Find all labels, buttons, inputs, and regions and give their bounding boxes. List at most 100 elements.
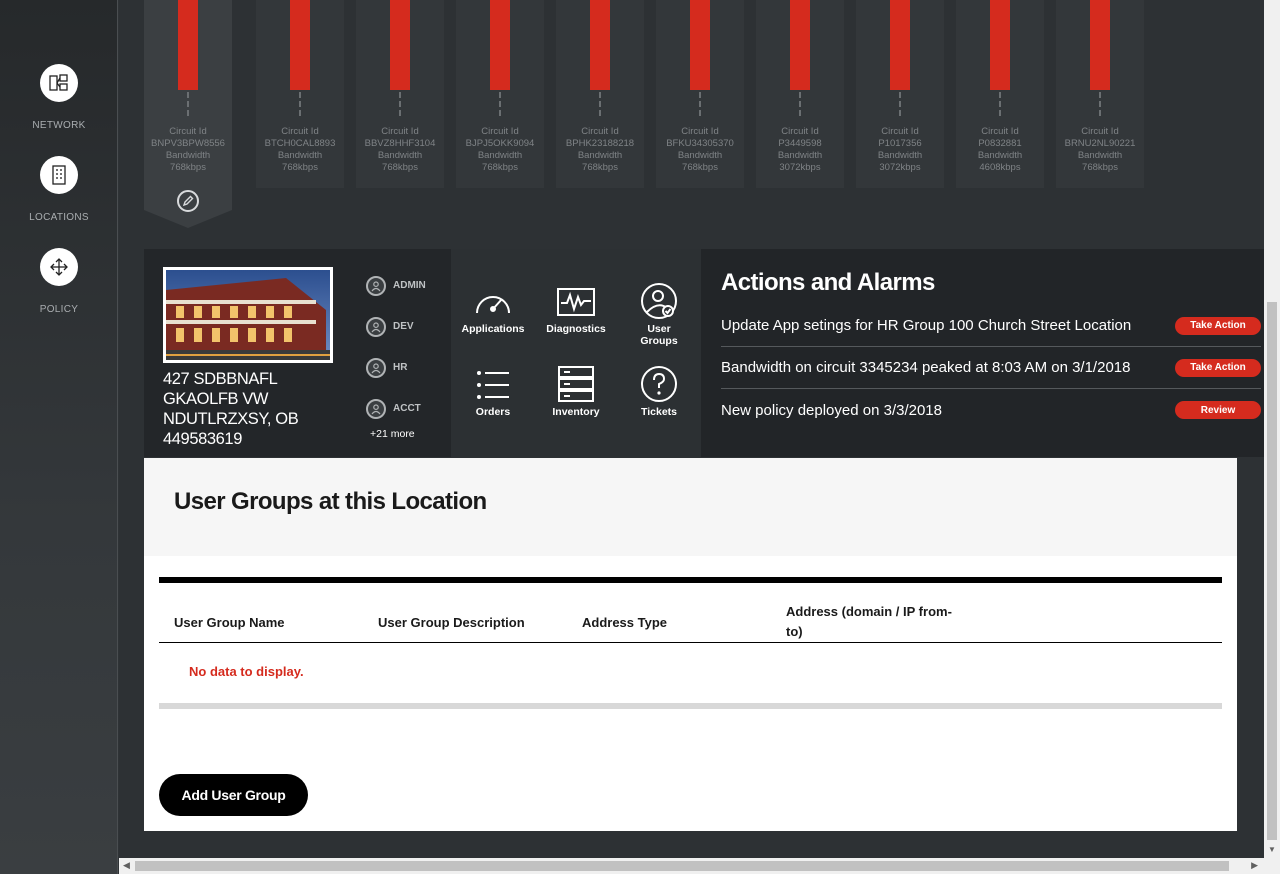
column-header[interactable]: User Group Name bbox=[174, 613, 285, 633]
tile-label: Applications bbox=[461, 323, 525, 335]
tile-applications[interactable]: Applications bbox=[451, 285, 535, 335]
circuit-card[interactable]: Circuit Id P3449598 Bandwidth 3072kbps bbox=[756, 0, 844, 188]
bandwidth-bar bbox=[990, 0, 1010, 90]
add-user-group-button[interactable]: Add User Group bbox=[159, 774, 308, 816]
bandwidth-value: 768kbps bbox=[170, 162, 206, 173]
user-check-icon bbox=[641, 283, 677, 319]
sidebar-item-label: NETWORK bbox=[32, 120, 86, 131]
bandwidth-label: Bandwidth bbox=[277, 150, 323, 161]
circuit-id-label: Circuit Id bbox=[381, 126, 419, 137]
role-dev[interactable]: DEV bbox=[366, 306, 446, 347]
scroll-left-icon[interactable]: ◀ bbox=[123, 860, 130, 871]
role-label: DEV bbox=[393, 321, 414, 332]
bandwidth-label: Bandwidth bbox=[165, 150, 211, 161]
bandwidth-value: 768kbps bbox=[582, 162, 618, 173]
take-action-button[interactable]: Take Action bbox=[1175, 316, 1261, 335]
empty-message: No data to display. bbox=[189, 664, 304, 679]
bandwidth-bar bbox=[590, 0, 610, 90]
bandwidth-value: 768kbps bbox=[382, 162, 418, 173]
sidebar-item-policy[interactable]: POLICY bbox=[0, 248, 118, 315]
scrollbar-thumb[interactable] bbox=[135, 861, 1229, 871]
tile-label: Diagnostics bbox=[546, 323, 606, 335]
network-icon bbox=[40, 64, 78, 102]
tile-orders[interactable]: Orders bbox=[451, 368, 535, 418]
circuit-id: P0832881 bbox=[978, 138, 1022, 149]
circuit-card[interactable]: Circuit Id BPHK23188218 Bandwidth 768kbps bbox=[556, 0, 644, 188]
tile-label: Inventory bbox=[552, 406, 600, 418]
role-list: ADMIN DEV HR ACCT bbox=[366, 265, 446, 429]
bandwidth-bar bbox=[178, 0, 198, 90]
tile-diagnostics[interactable]: Diagnostics bbox=[534, 285, 618, 335]
tile-label: Orders bbox=[475, 406, 511, 418]
bandwidth-label: Bandwidth bbox=[877, 150, 923, 161]
bandwidth-value: 3072kbps bbox=[779, 162, 821, 173]
sidebar-item-locations[interactable]: LOCATIONS bbox=[0, 156, 118, 223]
user-icon bbox=[366, 398, 386, 419]
circuit-id: BFKU34305370 bbox=[666, 138, 734, 149]
user-icon bbox=[366, 316, 386, 337]
circuit-id-label: Circuit Id bbox=[1081, 126, 1119, 137]
move-arrows-icon bbox=[40, 248, 78, 286]
bandwidth-label: Bandwidth bbox=[777, 150, 823, 161]
circuit-id: BRNU2NL90221 bbox=[1064, 138, 1136, 149]
circuit-card[interactable]: Circuit Id P1017356 Bandwidth 3072kbps bbox=[856, 0, 944, 188]
address-line: NDUTLRZXSY, OB bbox=[163, 410, 299, 428]
user-icon bbox=[366, 357, 386, 378]
circuit-id-label: Circuit Id bbox=[881, 126, 919, 137]
question-icon bbox=[641, 366, 677, 402]
edit-icon[interactable] bbox=[177, 190, 199, 212]
role-hr[interactable]: HR bbox=[366, 347, 446, 388]
take-action-button[interactable]: Take Action bbox=[1175, 358, 1261, 377]
circuit-card[interactable]: Circuit Id BNPV3BPW8556 Bandwidth 768kbp… bbox=[144, 0, 232, 228]
circuit-card[interactable]: Circuit Id BBVZ8HHF3104 Bandwidth 768kbps bbox=[356, 0, 444, 188]
address-line: GKAOLFB VW bbox=[163, 390, 269, 408]
role-label: HR bbox=[393, 362, 408, 373]
actions-panel: Actions and Alarms Update App setings fo… bbox=[701, 249, 1264, 457]
circuit-card[interactable]: Circuit Id BRNU2NL90221 Bandwidth 768kbps bbox=[1056, 0, 1144, 188]
circuit-card[interactable]: Circuit Id P0832881 Bandwidth 4608kbps bbox=[956, 0, 1044, 188]
vertical-scrollbar[interactable]: ▼ bbox=[1264, 0, 1280, 858]
circuit-id-label: Circuit Id bbox=[981, 126, 1019, 137]
building-icon bbox=[40, 156, 78, 194]
bandwidth-bar bbox=[290, 0, 310, 90]
bandwidth-bar bbox=[490, 0, 510, 90]
role-label: ACCT bbox=[393, 403, 421, 414]
review-button[interactable]: Review bbox=[1175, 401, 1261, 419]
role-acct[interactable]: ACCT bbox=[366, 388, 446, 429]
bandwidth-label: Bandwidth bbox=[677, 150, 723, 161]
tile-label: User bbox=[647, 323, 671, 335]
bandwidth-bar bbox=[390, 0, 410, 90]
tile-tickets[interactable]: Tickets bbox=[617, 366, 701, 418]
sidebar-item-network[interactable]: NETWORK bbox=[0, 64, 118, 131]
bandwidth-value: 768kbps bbox=[482, 162, 518, 173]
horizontal-scrollbar[interactable]: ◀ ▶ bbox=[119, 858, 1264, 874]
tile-inventory[interactable]: Inventory bbox=[534, 366, 618, 418]
user-groups-header: User Groups at this Location bbox=[144, 458, 1237, 556]
scroll-down-icon[interactable]: ▼ bbox=[1268, 845, 1276, 854]
role-admin[interactable]: ADMIN bbox=[366, 265, 446, 306]
address-line: 449583619 bbox=[163, 430, 242, 448]
tile-user-groups[interactable]: User Groups bbox=[617, 283, 701, 347]
circuit-card[interactable]: Circuit Id BFKU34305370 Bandwidth 768kbps bbox=[656, 0, 744, 188]
location-address: 427 SDBBNAFL GKAOLFB VW NDUTLRZXSY, OB 4… bbox=[163, 369, 338, 449]
column-header-line: Address (domain / IP from- bbox=[786, 604, 952, 619]
action-row: Update App setings for HR Group 100 Chur… bbox=[721, 305, 1261, 347]
bandwidth-label: Bandwidth bbox=[1077, 150, 1123, 161]
circuit-card[interactable]: Circuit Id BTCH0CAL8893 Bandwidth 768kbps bbox=[256, 0, 344, 188]
location-photo bbox=[163, 267, 333, 363]
scrollbar-thumb[interactable] bbox=[1267, 302, 1277, 840]
section-title: User Groups at this Location bbox=[174, 488, 487, 515]
bandwidth-label: Bandwidth bbox=[577, 150, 623, 161]
sidebar-item-label: POLICY bbox=[39, 304, 79, 315]
column-header[interactable]: Address (domain / IP from- to) bbox=[786, 602, 966, 642]
circuit-card[interactable]: Circuit Id BJPJ5OKK9094 Bandwidth 768kbps bbox=[456, 0, 544, 188]
actions-title: Actions and Alarms bbox=[721, 269, 935, 296]
column-header[interactable]: User Group Description bbox=[378, 613, 525, 633]
bandwidth-bar bbox=[1090, 0, 1110, 90]
more-roles-link[interactable]: +21 more bbox=[370, 428, 415, 440]
column-header[interactable]: Address Type bbox=[582, 613, 667, 633]
column-header-line: to) bbox=[786, 624, 803, 639]
scroll-right-icon[interactable]: ▶ bbox=[1251, 860, 1258, 871]
bandwidth-label: Bandwidth bbox=[477, 150, 523, 161]
bandwidth-value: 4608kbps bbox=[979, 162, 1021, 173]
